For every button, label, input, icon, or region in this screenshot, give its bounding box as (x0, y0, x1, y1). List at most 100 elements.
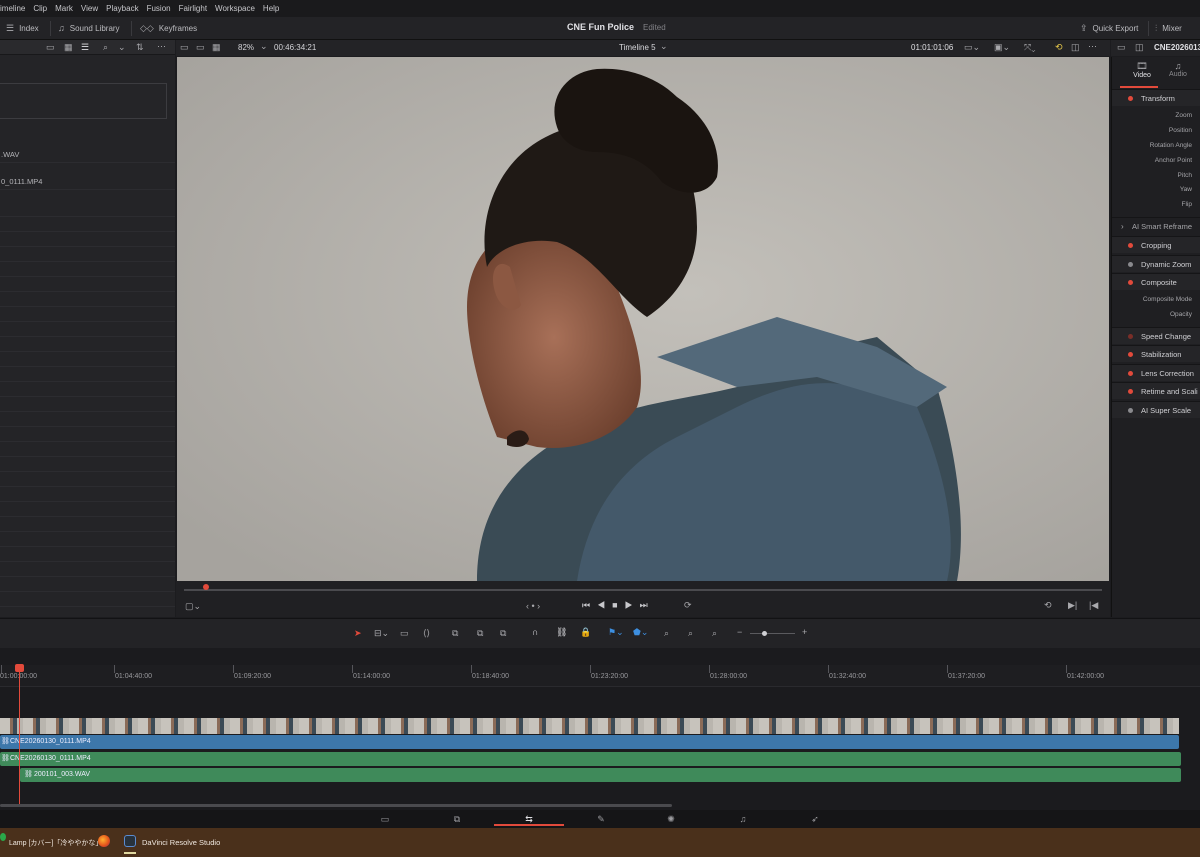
music-app-icon[interactable] (0, 833, 6, 841)
tab-video[interactable]: 🎞 Video (1122, 61, 1162, 79)
cinema-mode-icon[interactable]: ◫ (1071, 42, 1080, 53)
chevron-down-icon[interactable]: ⌄ (118, 42, 126, 53)
davinci-resolve-icon[interactable] (124, 835, 136, 847)
music-track-title[interactable]: Lamp [カバー]「冷ややかな」 (9, 838, 102, 848)
scrubber-playhead[interactable] (203, 584, 209, 590)
enabled-indicator[interactable] (1128, 352, 1133, 357)
mixer-button[interactable]: ⫶ Mixer (1155, 23, 1182, 34)
section-speed-change[interactable]: Speed Change (1112, 327, 1200, 344)
section-ai-super-scale[interactable]: AI Super Scale (1112, 401, 1200, 418)
more-icon[interactable]: ⋯ (157, 41, 166, 52)
thumbnail-view-icon[interactable]: ▭ (46, 42, 55, 53)
marker-icon[interactable]: ⬟⌄ (633, 627, 648, 638)
monitor-icon[interactable]: ▣⌄ (994, 42, 1010, 53)
sort-icon[interactable]: ⇅ (136, 42, 144, 53)
layout-icon[interactable]: ▦ (212, 42, 221, 53)
section-lens-correction[interactable]: Lens Correction (1112, 364, 1200, 381)
sound-library-button[interactable]: ♫ Sound Library (58, 23, 120, 33)
active-app-title[interactable]: DaVinci Resolve Studio (142, 838, 220, 847)
menu-help[interactable]: Help (263, 4, 279, 13)
enabled-indicator[interactable] (1128, 389, 1133, 394)
section-transform[interactable]: Transform (1112, 89, 1200, 106)
zoom-full-icon[interactable]: ⌕ (664, 628, 669, 639)
firefox-icon[interactable] (98, 835, 110, 847)
enabled-indicator[interactable] (1128, 371, 1133, 376)
playhead-handle[interactable] (15, 664, 24, 672)
timeline-ruler[interactable]: 01:00:00:00 01:04:40:00 01:09:20:00 01:1… (0, 665, 1200, 687)
enabled-indicator[interactable] (1128, 262, 1133, 267)
tab-audio[interactable]: ♫ Audio (1158, 61, 1198, 78)
deliver-page-icon[interactable]: ➶ (780, 812, 850, 826)
loop-play-icon[interactable]: ⟲ (1044, 600, 1052, 611)
audio-clip[interactable]: ⛓ CNE20260130_0111.MP4 (0, 752, 1181, 766)
index-button[interactable]: ☰ Index (6, 23, 39, 34)
timeline-name[interactable]: Timeline 5 (619, 43, 656, 52)
section-dynamic-zoom[interactable]: Dynamic Zoom (1112, 255, 1200, 272)
fairlight-page-icon[interactable]: ♫ (708, 812, 778, 826)
transform-icon[interactable]: ⤧⌄ (1024, 42, 1035, 53)
scrubber-track[interactable] (184, 589, 1102, 591)
fusion-page-icon[interactable]: ✎ (566, 812, 636, 826)
dynamic-trim-icon[interactable]: ▭ (400, 628, 409, 639)
video-clip[interactable]: ⛓ CNE20260130_0111.MP4 (0, 735, 1179, 749)
color-page-icon[interactable]: ✺ (636, 812, 706, 826)
more-icon[interactable]: ⋯ (1088, 41, 1097, 52)
insert-icon[interactable]: ⧉ (452, 628, 458, 639)
flag-icon[interactable]: ⚑⌄ (608, 627, 624, 638)
prev-frame-icon[interactable]: |◀ (1089, 600, 1098, 611)
blade-icon[interactable]: ⟨⟩ (423, 628, 430, 639)
dual-viewer-icon[interactable]: ▭ (196, 42, 205, 53)
replace-icon[interactable]: ⧉ (500, 628, 506, 639)
pointer-icon[interactable]: ➤ (354, 628, 362, 639)
snap-icon[interactable]: ∩ (532, 627, 538, 637)
chevron-down-icon[interactable]: ⌄ (260, 41, 268, 52)
lock-icon[interactable]: 🔒 (580, 627, 591, 638)
playhead-line[interactable] (19, 669, 20, 804)
menu-fusion[interactable]: Fusion (147, 4, 171, 13)
zoom-detail-icon[interactable]: ⌕ (688, 628, 693, 639)
cut-page-icon[interactable]: ⧉ (422, 812, 492, 826)
zoom-slider[interactable] (750, 633, 795, 634)
menu-workspace[interactable]: Workspace (215, 4, 255, 13)
chevron-down-icon[interactable]: ⌄ (660, 41, 668, 52)
menu-fairlight[interactable]: Fairlight (179, 4, 207, 13)
loop-icon[interactable]: ⟳ (684, 600, 692, 611)
transform-overlay-icon[interactable]: ▢⌄ (185, 601, 201, 612)
keyframes-button[interactable]: ◇◇ Keyframes (140, 23, 197, 34)
grid-view-icon[interactable]: ▦ (64, 42, 73, 53)
zoom-in-icon[interactable]: + (802, 627, 807, 637)
menu-playback[interactable]: Playback (106, 4, 138, 13)
link-icon[interactable]: ⛓ (556, 627, 567, 638)
trim-icon[interactable]: ⊟⌄ (374, 628, 389, 639)
edit-page-icon[interactable]: ⇆ (494, 812, 564, 826)
enabled-indicator[interactable] (1128, 408, 1133, 413)
media-page-icon[interactable]: ▭ (350, 812, 420, 826)
section-composite[interactable]: Composite (1112, 273, 1200, 290)
smart-tool-icon[interactable]: ⟲ (1055, 42, 1063, 53)
next-frame-icon[interactable]: ▶| (1068, 600, 1077, 611)
section-stabilization[interactable]: Stabilization (1112, 345, 1200, 362)
jog-icon[interactable]: ‹ • › (526, 601, 540, 611)
search-icon[interactable]: ⌕ (103, 42, 108, 53)
section-cropping[interactable]: Cropping (1112, 236, 1200, 253)
list-item[interactable]: .WAV (0, 148, 175, 163)
section-retime[interactable]: Retime and Scali (1112, 382, 1200, 399)
menu-timeline[interactable]: imeline (0, 4, 25, 13)
audio-clip[interactable]: ⛓ 200101_003.WAV (20, 768, 1181, 782)
single-viewer-icon[interactable]: ▭ (180, 42, 189, 53)
quick-export-button[interactable]: ⇪ Quick Export (1080, 23, 1138, 34)
enabled-indicator[interactable] (1128, 334, 1133, 339)
zoom-level[interactable]: 82% (238, 43, 254, 52)
menu-mark[interactable]: Mark (55, 4, 73, 13)
enabled-indicator[interactable] (1128, 280, 1133, 285)
list-view-icon[interactable]: ☰ (81, 42, 89, 53)
zoom-slider-handle[interactable] (762, 631, 767, 636)
zoom-out-icon[interactable]: − (737, 627, 742, 637)
overwrite-icon[interactable]: ⧉ (477, 628, 483, 639)
enabled-indicator[interactable] (1128, 243, 1133, 248)
list-item[interactable]: 0_0111.MP4 (0, 175, 175, 190)
overlay-icon[interactable]: ▭⌄ (964, 42, 980, 53)
transport-controls[interactable]: ⏮◀■▶⏭ (582, 600, 655, 611)
video-thumbnail-strip[interactable] (0, 718, 1179, 734)
enabled-indicator[interactable] (1128, 96, 1133, 101)
